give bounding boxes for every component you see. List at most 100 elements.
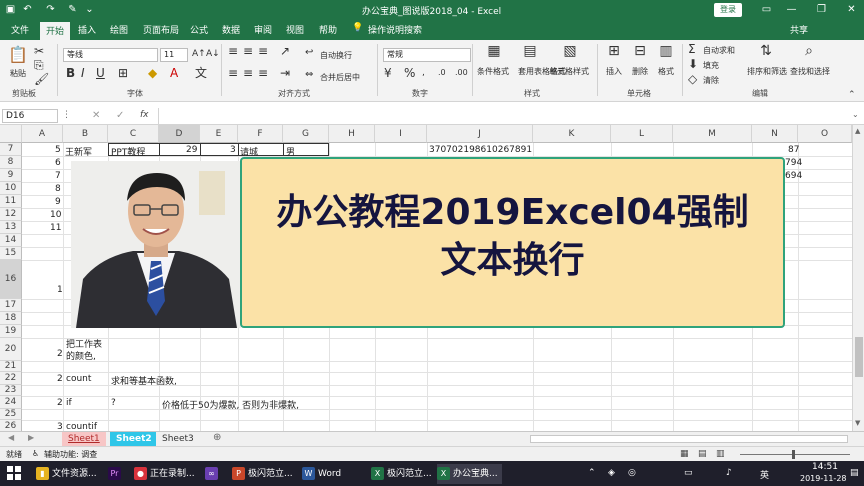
cell-a9[interactable]: 7 [55,171,61,181]
cell-c22[interactable]: 求和等基本函数, [111,374,177,387]
row-header[interactable]: 19 [0,325,22,338]
number-format-select[interactable]: 常规 [383,48,471,62]
row-header[interactable]: 15 [0,247,22,260]
column-header[interactable]: A [22,125,63,143]
row-header[interactable]: 7 [0,143,22,156]
tab-help[interactable]: 帮助 [319,23,337,36]
conditional-format-button[interactable]: 条件格式 [477,66,509,77]
increase-decimal-icon[interactable]: .0 [438,66,446,80]
percent-icon[interactable]: % [404,66,415,80]
cell-a7[interactable]: 5 [55,145,61,155]
tray-ime[interactable]: 英 [760,468,769,481]
tell-me-search[interactable]: 操作说明搜索 [368,23,422,36]
cell-a11[interactable]: 9 [55,197,61,207]
format-cells-button[interactable]: 格式 [658,66,674,77]
comma-icon[interactable]: , [422,66,425,80]
close-icon[interactable]: ✕ [845,3,858,16]
zoom-thumb[interactable] [792,450,795,459]
taskbar-vs[interactable]: ∞ [205,464,221,484]
sheet-tab-sheet3[interactable]: Sheet3 [156,432,200,446]
redo-icon[interactable]: ↷ [44,3,57,16]
indent-icon[interactable]: ⇥ [280,66,290,80]
border-icon[interactable]: ⊞ [118,66,128,80]
paste-button[interactable]: 粘贴 [10,68,26,79]
accessibility-status[interactable]: 辅助功能: 调查 [44,449,97,460]
cell-a22[interactable]: 2 [57,374,63,384]
name-box-dropdown-icon[interactable]: ⋮ [62,110,71,120]
underline-icon[interactable]: U [96,66,105,80]
left-align-icon[interactable]: ≡ [228,66,238,80]
autosum-button[interactable]: 自动求和 [703,45,735,56]
font-name-select[interactable]: 等线 [63,48,158,62]
taskbar-ppt[interactable]: P 极闪范立... [232,464,293,484]
tray-shield-icon[interactable]: ◈ [608,468,615,478]
row-header[interactable]: 16 [0,260,22,299]
tab-page-layout[interactable]: 页面布局 [143,23,179,36]
cell-e7[interactable]: 3 [230,145,236,155]
cell-b24[interactable]: if [66,398,72,408]
find-select-button[interactable]: 查找和选择 [790,66,830,77]
cell-a8[interactable]: 6 [55,158,61,168]
customize-quick-access-icon[interactable]: ⌄ [83,3,96,16]
tray-network-icon[interactable]: ⌃ [588,468,596,478]
tray-battery-icon[interactable]: ▭ [684,468,693,478]
column-header[interactable]: B [63,125,108,143]
restore-icon[interactable]: ❐ [815,3,828,16]
currency-icon[interactable]: ¥ [384,66,392,80]
cell-j7[interactable]: 370702198610267891 [429,145,532,155]
format-painter-icon[interactable]: 🖌 [34,72,49,86]
bottom-align-icon[interactable]: ≡ [258,44,268,58]
horizontal-scrollbar[interactable] [530,435,848,443]
cell-a26[interactable]: 3 [57,422,63,431]
row-header[interactable]: 25 [0,409,22,420]
phonetic-icon[interactable]: 文 [195,66,207,80]
cell-a20[interactable]: 2 [57,349,63,359]
sheet-tab-sheet1[interactable]: Sheet1 [62,432,106,446]
fill-color-icon[interactable]: ◆ [148,66,157,80]
cell-style-button[interactable]: 单元格样式 [549,66,589,77]
cell-a16[interactable]: 1 [57,285,63,295]
column-header[interactable]: G [283,125,329,143]
column-header[interactable]: C [108,125,159,143]
copy-icon[interactable]: ⎘ [34,58,44,72]
collapse-ribbon-icon[interactable]: ⌃ [848,90,856,100]
share-button[interactable]: 共享 [790,23,808,36]
tray-volume-icon[interactable]: ♪ [726,468,732,478]
next-sheet-icon[interactable]: ▶ [28,433,34,442]
cell-a13[interactable]: 11 [50,223,61,233]
notification-icon[interactable]: ▤ [850,468,859,478]
cell-n9[interactable]: 694 [785,171,802,181]
vertical-scrollbar[interactable]: ▲ ▼ [852,125,864,431]
italic-icon[interactable]: I [81,66,85,80]
bold-icon[interactable]: B [66,66,75,80]
column-header[interactable]: L [611,125,673,143]
column-header[interactable]: D [159,125,200,143]
column-header[interactable]: K [533,125,611,143]
row-header[interactable]: 8 [0,156,22,169]
column-header[interactable]: J [427,125,533,143]
tab-review[interactable]: 审阅 [254,23,272,36]
row-header[interactable]: 13 [0,221,22,234]
insert-function-icon[interactable]: fx [140,110,149,120]
top-align-icon[interactable]: ≡ [228,44,238,58]
row-header[interactable]: 22 [0,372,22,385]
row-header[interactable]: 14 [0,234,22,247]
tab-draw[interactable]: 绘图 [110,23,128,36]
paste-icon[interactable]: 📋 [8,47,28,63]
cell-b20-line2[interactable]: 的颜色, [66,349,96,362]
taskbar-word[interactable]: W Word [302,464,341,484]
page-break-view-icon[interactable]: ▥ [716,449,725,459]
fill-button[interactable]: 填充 [703,60,719,71]
cell-c7[interactable]: PPT教程 [111,145,145,158]
name-box[interactable]: D16 [2,109,58,123]
minimize-icon[interactable]: — [785,3,798,16]
cell-b22[interactable]: count [66,374,91,384]
decrease-font-icon[interactable]: A↓ [206,47,220,61]
scrollbar-thumb[interactable] [855,337,863,377]
taskbar-excel-1[interactable]: X 极闪范立... [371,464,432,484]
cell-a12[interactable]: 10 [50,210,61,220]
tab-home[interactable]: 开始 [40,22,71,40]
taskbar-excel-2[interactable]: X 办公宝典... [437,464,502,484]
ribbon-display-options-icon[interactable]: ▭ [760,3,773,16]
cell-a10[interactable]: 8 [55,184,61,194]
